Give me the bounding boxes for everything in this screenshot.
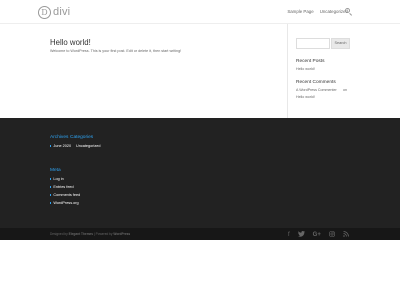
credits-wp-link[interactable]: WordPress: [113, 232, 130, 236]
facebook-icon[interactable]: f: [288, 232, 290, 238]
rss-icon[interactable]: [343, 231, 349, 239]
main-nav: Sample Page Uncategorized: [287, 9, 348, 14]
post-excerpt: Welcome to WordPress. This is your first…: [50, 49, 182, 53]
credits-theme-link[interactable]: Elegant Themes: [69, 232, 93, 236]
recent-posts-heading: Recent Posts: [296, 59, 325, 64]
category-label[interactable]: Uncategorized: [76, 144, 100, 148]
sidebar-search-input[interactable]: [296, 38, 330, 49]
meta-item-entries-feed[interactable]: Entries feed: [50, 185, 74, 189]
recent-comment-on: on: [343, 88, 347, 92]
site-logo[interactable]: D divi: [38, 5, 70, 19]
logo-mark: D: [38, 5, 51, 19]
archives-heading: Archives: [50, 135, 69, 140]
meta-item-login[interactable]: Log in: [50, 177, 64, 181]
categories-heading: Categories: [70, 135, 94, 140]
bullet-icon: [50, 178, 52, 180]
bullet-icon: [50, 194, 52, 196]
nav-item-sample-page[interactable]: Sample Page: [287, 9, 313, 14]
social-links: f G+: [288, 231, 349, 239]
bullet-icon: [50, 202, 52, 204]
meta-item-comments-feed[interactable]: Comments feed: [50, 193, 80, 197]
search-icon[interactable]: [345, 8, 350, 13]
main-content: Hello world! Welcome to WordPress. This …: [0, 24, 400, 118]
bullet-icon: [50, 145, 52, 147]
bullet-icon: [50, 186, 52, 188]
nav-item-uncategorized[interactable]: Uncategorized: [320, 9, 348, 14]
sidebar-search-button[interactable]: Search: [331, 38, 350, 49]
twitter-icon[interactable]: [297, 231, 305, 239]
footer-credits: Designed by Elegant Themes | Powered by …: [50, 232, 130, 236]
credits-sep: | Powered by: [93, 232, 113, 236]
category-item[interactable]: Uncategorized: [76, 144, 100, 148]
meta-label[interactable]: Comments feed: [53, 193, 80, 197]
google-plus-icon[interactable]: G+: [313, 232, 321, 238]
site-header: D divi Sample Page Uncategorized: [0, 0, 400, 24]
logo-text: divi: [53, 6, 71, 18]
post-title[interactable]: Hello world!: [50, 38, 91, 47]
meta-label[interactable]: WordPress.org: [53, 201, 78, 205]
recent-comment-post-link[interactable]: Hello world!: [296, 95, 315, 99]
sidebar-divider: [287, 24, 288, 118]
archive-label[interactable]: June 2020: [53, 144, 71, 148]
meta-heading: Meta: [50, 168, 61, 173]
recent-post-link[interactable]: Hello world!: [296, 67, 315, 71]
footer-widgets: Archives Categories June 2020 Uncategori…: [0, 118, 400, 228]
meta-item-wordpress-org[interactable]: WordPress.org: [50, 201, 79, 205]
recent-comments-heading: Recent Comments: [296, 80, 336, 85]
meta-label[interactable]: Entries feed: [53, 185, 73, 189]
instagram-icon[interactable]: [329, 231, 335, 239]
recent-comment-author[interactable]: A WordPress Commenter: [296, 88, 337, 92]
archive-item[interactable]: June 2020: [50, 144, 71, 148]
footer-bottom-bar: Designed by Elegant Themes | Powered by …: [0, 228, 400, 240]
meta-label[interactable]: Log in: [53, 177, 63, 181]
credits-prefix: Designed by: [50, 232, 68, 236]
